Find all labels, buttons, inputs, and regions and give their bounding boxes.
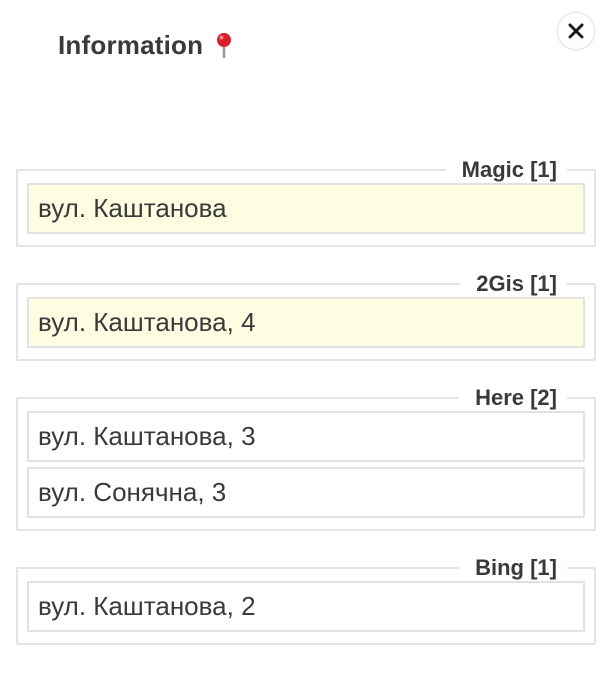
group-magic-legend: Magic [1] [461,157,557,182]
map-pin-icon [213,31,235,59]
address-item[interactable]: вул. Каштанова, 3 [27,411,585,462]
group-2gis-legend: 2Gis [1] [476,271,557,296]
address-item[interactable]: вул. Сонячна, 3 [27,467,585,518]
address-item[interactable]: вул. Каштанова, 4 [27,297,585,348]
group-magic: Magic [1] вул. Каштанова [16,157,596,247]
panel-title: Information [58,28,235,62]
group-here: Here [2] вул. Каштанова, 3 вул. Сонячна,… [16,385,596,531]
address-item[interactable]: вул. Каштанова [27,183,585,234]
group-bing: Bing [1] вул. Каштанова, 2 [16,555,596,645]
close-icon [568,23,584,39]
group-here-legend: Here [2] [475,385,557,410]
address-item[interactable]: вул. Каштанова, 2 [27,581,585,632]
group-bing-legend: Bing [1] [475,555,557,580]
group-2gis: 2Gis [1] вул. Каштанова, 4 [16,271,596,361]
close-button[interactable] [558,13,594,49]
panel-title-text: Information [58,29,204,60]
